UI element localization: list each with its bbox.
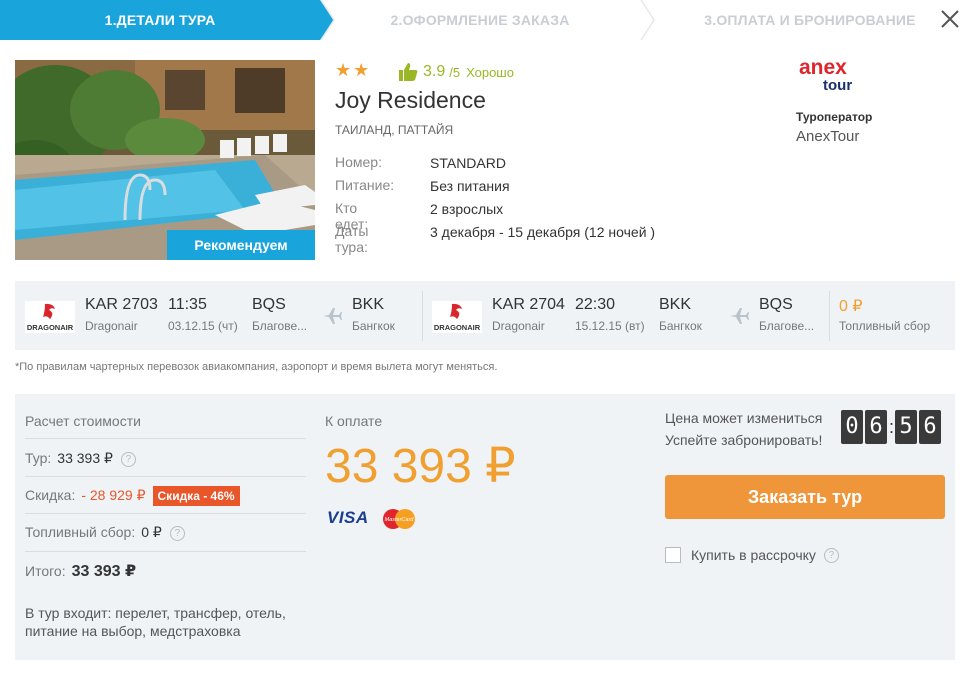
- operator-name: AnexTour: [796, 128, 860, 145]
- origin-city: Благове...: [252, 319, 308, 333]
- origin-code: BQS: [252, 296, 286, 313]
- destination-code: BKK: [352, 296, 385, 313]
- rating-score: 3.9: [423, 63, 446, 80]
- divider: [25, 438, 306, 439]
- dragonair-logo: DRAGONAIR: [432, 301, 482, 333]
- tour-includes: В тур входит: перелет, трансфер, отель, …: [25, 605, 286, 639]
- calc-value: 33 393 ₽: [57, 450, 113, 466]
- svg-text:MasterCard: MasterCard: [385, 517, 415, 523]
- destination-city: Благове...: [759, 319, 815, 333]
- svg-text:DRAGONAIR: DRAGONAIR: [27, 323, 74, 332]
- calc-row-discount: Скидка: - 28 929 ₽ Скидка - 46%: [25, 486, 240, 506]
- step-order-form[interactable]: 2.Оформление заказа: [330, 0, 630, 40]
- fuel-fee-value: 0 ₽: [839, 298, 863, 315]
- charter-note: *По правилам чартерных перевозок авиаком…: [15, 361, 498, 373]
- order-tour-button[interactable]: Заказать тур: [665, 475, 945, 519]
- step-tour-details[interactable]: 1.Детали тура: [0, 0, 334, 40]
- step-payment[interactable]: 3.Оплата и бронирование: [650, 0, 970, 40]
- help-icon[interactable]: ?: [120, 452, 136, 467]
- destination-city: Бангкок: [352, 319, 395, 333]
- detail-label: Даты тура:: [335, 223, 369, 255]
- hotel-stars: ★★: [335, 60, 372, 80]
- calc-label: Тур:: [25, 450, 52, 466]
- detail-value: 3 декабря - 15 декабря (12 ночей ): [430, 224, 656, 240]
- installment-checkbox[interactable]: [665, 547, 681, 563]
- hotel-photo[interactable]: Рекомендуем: [15, 60, 315, 260]
- detail-label: Номер:: [335, 154, 382, 170]
- calc-label: Топливный сбор:: [25, 524, 136, 540]
- rating-outof: /5: [449, 64, 461, 80]
- divider: [829, 291, 830, 341]
- price-change-label: Цена может измениться: [665, 410, 823, 426]
- installment-option[interactable]: Купить в рассрочку ?: [665, 547, 839, 563]
- countdown-timer: 0 6 : 5 6: [841, 410, 943, 444]
- svg-text:anex: anex: [799, 56, 847, 79]
- svg-text:DRAGONAIR: DRAGONAIR: [434, 323, 481, 332]
- price-panel: Расчет стоимости Тур: 33 393 ₽? Скидка: - …: [15, 394, 955, 660]
- dragonair-logo: DRAGONAIR: [25, 301, 75, 333]
- timer-digit: 0: [841, 410, 863, 444]
- order-steps: 1.Детали тура 2.Оформление заказа 3.Опла…: [0, 0, 973, 40]
- mastercard-logo: MasterCard: [381, 507, 417, 531]
- detail-label: Питание:: [335, 177, 395, 193]
- hotel-name[interactable]: Joy Residence: [335, 87, 486, 114]
- discount-value: - 28 929 ₽: [81, 487, 146, 503]
- plane-icon: [730, 308, 749, 324]
- calc-label: Итого:: [25, 563, 66, 579]
- calc-row-fuel: Топливный сбор: 0 ₽?: [25, 524, 185, 541]
- airline-name: Dragonair: [492, 319, 545, 333]
- installment-label[interactable]: Купить в рассрочку: [691, 547, 816, 563]
- help-icon[interactable]: ?: [169, 526, 185, 541]
- flight-return: DRAGONAIR KAR 2704 Dragonair 22:30 15.12…: [422, 281, 829, 350]
- origin-city: Бангкок: [659, 319, 702, 333]
- divider: [25, 513, 306, 514]
- detail-value: 2 взрослых: [430, 201, 504, 217]
- calc-title: Расчет стоимости: [25, 413, 141, 429]
- anextour-logo: anex tour: [797, 56, 861, 96]
- help-icon[interactable]: ?: [823, 547, 839, 563]
- timer-digit: 5: [895, 410, 918, 444]
- detail-value: Без питания: [430, 178, 510, 194]
- total-value: 33 393 ₽: [71, 563, 137, 580]
- flight-number: KAR 2704: [492, 296, 565, 313]
- departure-time: 11:35: [168, 296, 207, 313]
- flight-outbound: DRAGONAIR KAR 2703 Dragonair 11:35 03.12…: [15, 281, 422, 350]
- pay-label: К оплате: [325, 413, 383, 429]
- flights-bar: DRAGONAIR KAR 2703 Dragonair 11:35 03.12…: [15, 281, 955, 350]
- rating-word: Хорошо: [466, 64, 514, 80]
- detail-value: STANDARD: [430, 155, 506, 171]
- timer-colon: :: [889, 416, 895, 437]
- departure-date: 15.12.15 (вт): [575, 319, 645, 333]
- destination-code: BQS: [759, 296, 793, 313]
- operator-label: Туроператор: [796, 110, 873, 124]
- pay-amount: 33 393 ₽: [325, 440, 516, 493]
- hotel-location: ТАИЛАНД, ПАТТАЙЯ: [335, 123, 454, 137]
- departure-time: 22:30: [575, 296, 616, 313]
- plane-icon: [323, 308, 342, 324]
- airline-name: Dragonair: [85, 319, 138, 333]
- timer-digit: 6: [919, 410, 942, 444]
- svg-text:tour: tour: [823, 77, 852, 94]
- fuel-fee-label: Топливный сбор: [839, 319, 931, 333]
- calc-row-tour: Тур: 33 393 ₽?: [25, 450, 136, 467]
- calc-value: 0 ₽: [141, 524, 162, 540]
- calc-row-total: Итого: 33 393 ₽: [25, 561, 136, 581]
- divider: [25, 476, 306, 477]
- thumbs-up-icon: [399, 63, 418, 81]
- visa-logo: VISA: [327, 508, 369, 527]
- hurry-label: Успейте забронировать!: [665, 432, 823, 448]
- discount-badge: Скидка - 46%: [152, 486, 240, 506]
- calc-label: Скидка:: [25, 487, 76, 503]
- recommended-badge: Рекомендуем: [167, 230, 315, 260]
- timer-digit: 6: [865, 410, 887, 444]
- divider: [25, 551, 306, 552]
- close-icon[interactable]: [937, 6, 963, 32]
- departure-date: 03.12.15 (чт): [168, 319, 238, 333]
- origin-code: BKK: [659, 296, 692, 313]
- hotel-rating: 3.9/5 Хорошо: [397, 60, 514, 84]
- flight-number: KAR 2703: [85, 296, 158, 313]
